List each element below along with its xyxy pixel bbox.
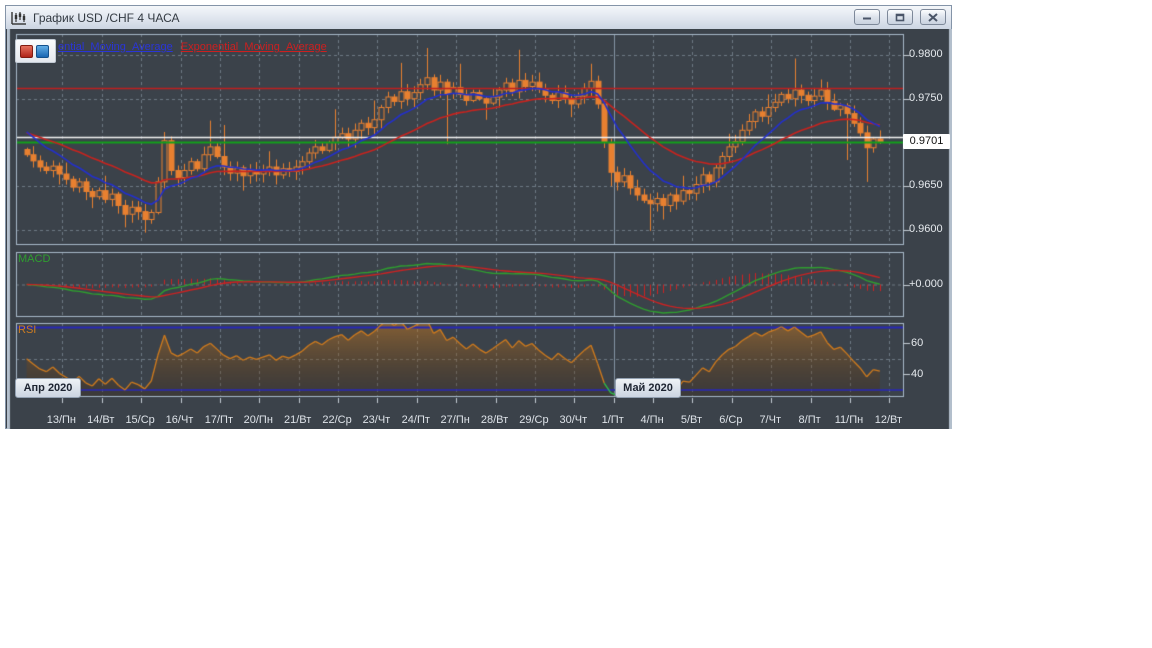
minimize-icon	[863, 17, 871, 20]
rsi-tick-40: 40	[911, 368, 924, 380]
rsi-tick-60: 60	[911, 337, 924, 349]
price-tick-0.9600: 0.9600	[909, 223, 943, 235]
ema-red-legend-label: Exponential_Moving_Average	[180, 41, 327, 53]
current-price-tag: 0.9701	[903, 133, 950, 149]
rsi-label: RSI	[18, 324, 37, 336]
chart-canvas[interactable]	[7, 29, 952, 429]
close-button[interactable]	[920, 9, 946, 25]
ema-blue-legend-label: ential_Moving_Average	[58, 41, 173, 53]
month-tag-april[interactable]: Апр 2020	[15, 378, 81, 398]
macd-zero-label: +0.000	[909, 278, 943, 290]
date-tick-12/Вт: 12/Вт	[874, 414, 903, 426]
minimize-button[interactable]	[854, 9, 880, 25]
window-title: График USD /CHF 4 ЧАСА	[33, 10, 180, 25]
indicator-buttons-panel	[15, 39, 56, 63]
restore-button[interactable]	[887, 9, 913, 25]
macd-label: MACD	[18, 253, 51, 265]
chart-window: График USD /CHF 4 ЧАСА ential_Moving_Ave…	[5, 5, 952, 429]
price-tick-0.9800: 0.9800	[909, 48, 943, 60]
month-tag-may[interactable]: Май 2020	[615, 378, 681, 398]
candlestick-chart-icon	[11, 11, 26, 25]
indicator-legend: ential_Moving_Average Exponential_Moving_…	[58, 41, 327, 53]
close-icon	[928, 12, 938, 22]
title-bar[interactable]: График USD /CHF 4 ЧАСА	[6, 6, 951, 29]
blue-indicator-button[interactable]	[36, 45, 49, 58]
restore-icon	[895, 13, 905, 21]
red-indicator-button[interactable]	[20, 45, 33, 58]
price-tick-0.9750: 0.9750	[909, 91, 943, 104]
price-tick-0.9650: 0.9650	[909, 179, 943, 192]
